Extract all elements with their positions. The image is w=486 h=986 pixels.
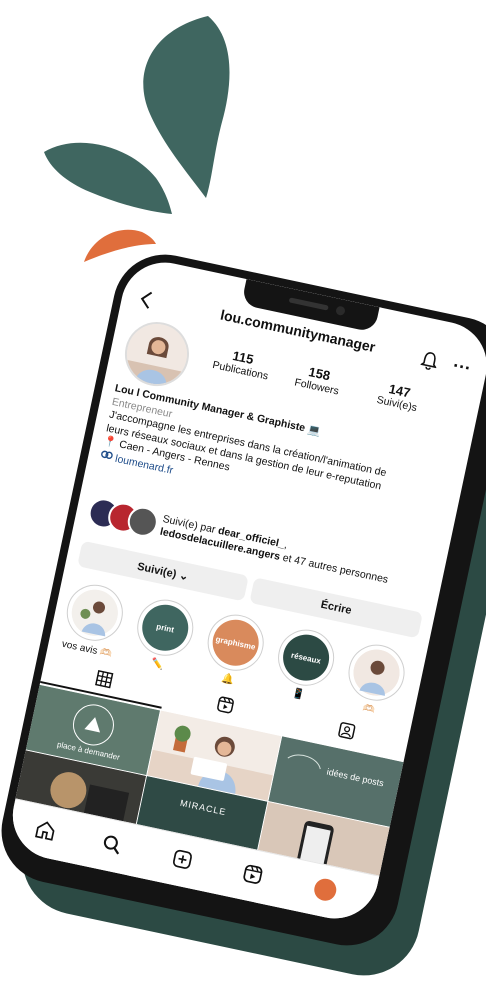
leaf-large-teal (143, 16, 230, 198)
leaf-medium-teal (44, 142, 172, 214)
stat-publications[interactable]: 115 Publications (205, 343, 279, 384)
followed-suffix: et 47 autres personnes (278, 551, 390, 586)
tagged-user-icon (336, 721, 356, 745)
search-icon[interactable] (98, 830, 126, 858)
highlight-cover: graphisme (208, 615, 263, 670)
notch-camera (335, 305, 346, 317)
link-icon (99, 448, 114, 465)
bell-icon[interactable] (418, 349, 442, 373)
more-options-icon[interactable]: ··· (449, 354, 475, 380)
highlight-cover: print (137, 600, 193, 656)
highlight-ring (61, 579, 129, 646)
highlight-ring (343, 639, 410, 706)
home-icon[interactable] (31, 816, 59, 844)
avatar[interactable] (119, 316, 195, 392)
highlight-ring: réseaux (272, 624, 340, 691)
reels-icon[interactable] (239, 860, 267, 888)
grid-icon (94, 669, 114, 693)
highlight-item[interactable]: print ✏️ (126, 594, 201, 676)
highlight-item[interactable]: réseaux 📱 (267, 624, 342, 706)
highlight-cover: réseaux (278, 630, 334, 685)
profile-avatar-icon[interactable] (311, 876, 339, 904)
highlight-cover (67, 585, 123, 641)
highlight-item[interactable]: 🫶🏻 (337, 639, 412, 721)
highlight-ring: graphisme (202, 609, 269, 676)
reels-icon (215, 695, 235, 719)
followed-separator: , (283, 538, 289, 552)
highlight-cover (349, 645, 404, 700)
highlight-item[interactable]: vos avis 🫶🏻 (56, 579, 131, 661)
highlight-ring: print (132, 594, 199, 661)
stat-followers[interactable]: 158 Followers (281, 359, 355, 400)
stat-following[interactable]: 147 Suivi(e)s (361, 376, 435, 417)
notch-speaker (288, 297, 329, 311)
plus-square-icon[interactable] (168, 845, 196, 873)
highlight-item[interactable]: graphisme 🔔 (196, 609, 271, 691)
chevron-left-icon[interactable] (134, 287, 158, 313)
